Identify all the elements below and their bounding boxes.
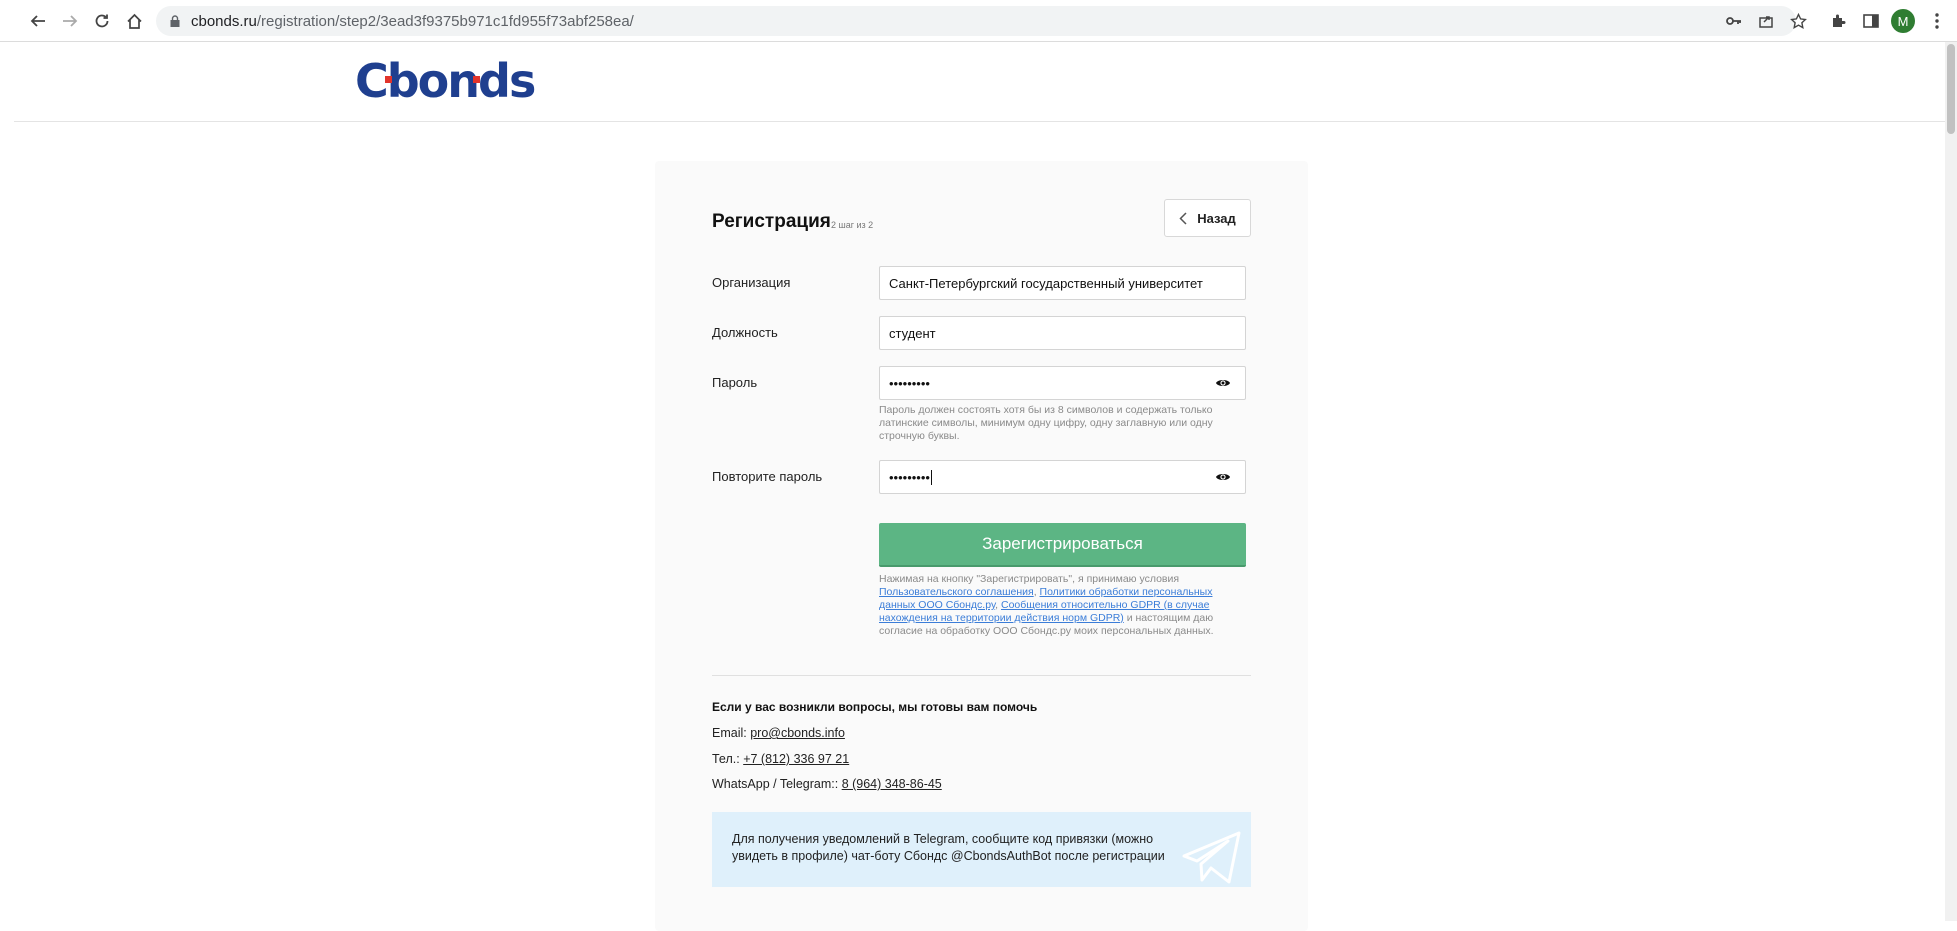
organization-input[interactable]: Санкт-Петербургский государственный унив… — [879, 266, 1246, 300]
phone-label: Тел.: — [712, 752, 744, 766]
page-scrollbar[interactable] — [1945, 42, 1957, 921]
phone-link[interactable]: +7 (812) 336 97 21 — [743, 752, 849, 766]
bookmark-star-icon[interactable] — [1788, 11, 1808, 31]
password-input[interactable]: ••••••••• — [879, 366, 1246, 400]
email-link[interactable]: pro@cbonds.info — [750, 726, 845, 740]
address-bar[interactable]: cbonds.ru/registration/step2/3ead3f9375b… — [156, 6, 1807, 36]
position-value: студент — [889, 325, 936, 341]
browser-toolbar: cbonds.ru/registration/step2/3ead3f9375b… — [0, 0, 1957, 42]
repeat-password-value: ••••••••• — [889, 469, 930, 485]
profile-avatar[interactable]: M — [1891, 9, 1915, 33]
telegram-plane-icon — [1182, 831, 1241, 884]
share-icon[interactable] — [1756, 11, 1776, 31]
cbonds-logo[interactable]: Cbonds — [355, 56, 545, 106]
menu-kebab-icon[interactable] — [1926, 10, 1948, 32]
eye-icon[interactable] — [1215, 471, 1231, 483]
registration-card: Регистрация 2 шаг из 2 Назад Организация… — [655, 161, 1308, 931]
organization-label: Организация — [712, 275, 791, 290]
url-text: cbonds.ru/registration/step2/3ead3f9375b… — [191, 13, 634, 30]
register-button[interactable]: Зарегистрироваться — [879, 523, 1246, 567]
reload-icon[interactable] — [90, 9, 114, 33]
telegram-notice-text: Для получения уведомлений в Telegram, со… — [732, 832, 1165, 863]
position-label: Должность — [712, 325, 778, 340]
eye-icon[interactable] — [1215, 377, 1231, 389]
help-title: Если у вас возникли вопросы, мы готовы в… — [712, 700, 1038, 714]
side-panel-icon[interactable] — [1860, 10, 1882, 32]
back-button-label: Назад — [1197, 210, 1236, 226]
email-label: Email: — [712, 726, 751, 740]
contact-messenger: WhatsApp / Telegram:: 8 (964) 348-86-45 — [712, 777, 942, 791]
back-arrow-icon[interactable] — [26, 9, 50, 33]
contact-phone: Тел.: +7 (812) 336 97 21 — [712, 752, 849, 766]
text-cursor — [930, 469, 932, 485]
messenger-link[interactable]: 8 (964) 348-86-45 — [842, 777, 942, 791]
extensions-puzzle-icon[interactable] — [1827, 10, 1849, 32]
lock-icon — [170, 15, 180, 27]
terms-prefix: Нажимая на кнопку "Зарегистрировать", я … — [879, 573, 1180, 585]
terms-text: Нажимая на кнопку "Зарегистрировать", я … — [879, 573, 1251, 638]
svg-text:Cbonds: Cbonds — [355, 56, 535, 106]
forward-arrow-icon[interactable] — [58, 9, 82, 33]
page-title: Регистрация — [712, 211, 831, 232]
repeat-password-input[interactable]: ••••••••• — [879, 460, 1246, 494]
repeat-password-label: Повторите пароль — [712, 469, 823, 484]
site-header: Cbonds — [14, 42, 1951, 122]
chevron-left-icon — [1179, 211, 1187, 225]
back-button[interactable]: Назад — [1164, 199, 1251, 237]
telegram-notice: Для получения уведомлений в Telegram, со… — [712, 812, 1251, 887]
password-value: ••••••••• — [889, 375, 930, 391]
organization-value: Санкт-Петербургский государственный унив… — [889, 275, 1203, 291]
step-indicator: 2 шаг из 2 — [831, 220, 874, 230]
key-icon[interactable] — [1724, 11, 1744, 31]
password-label: Пароль — [712, 375, 758, 390]
divider — [712, 675, 1251, 676]
position-input[interactable]: студент — [879, 316, 1246, 350]
contact-email: Email: pro@cbonds.info — [712, 726, 845, 740]
messenger-label: WhatsApp / Telegram:: — [712, 777, 842, 791]
password-hint: Пароль должен состоять хотя бы из 8 симв… — [879, 404, 1213, 442]
user-agreement-link[interactable]: Пользовательского соглашения — [879, 586, 1034, 598]
home-icon[interactable] — [122, 9, 146, 33]
